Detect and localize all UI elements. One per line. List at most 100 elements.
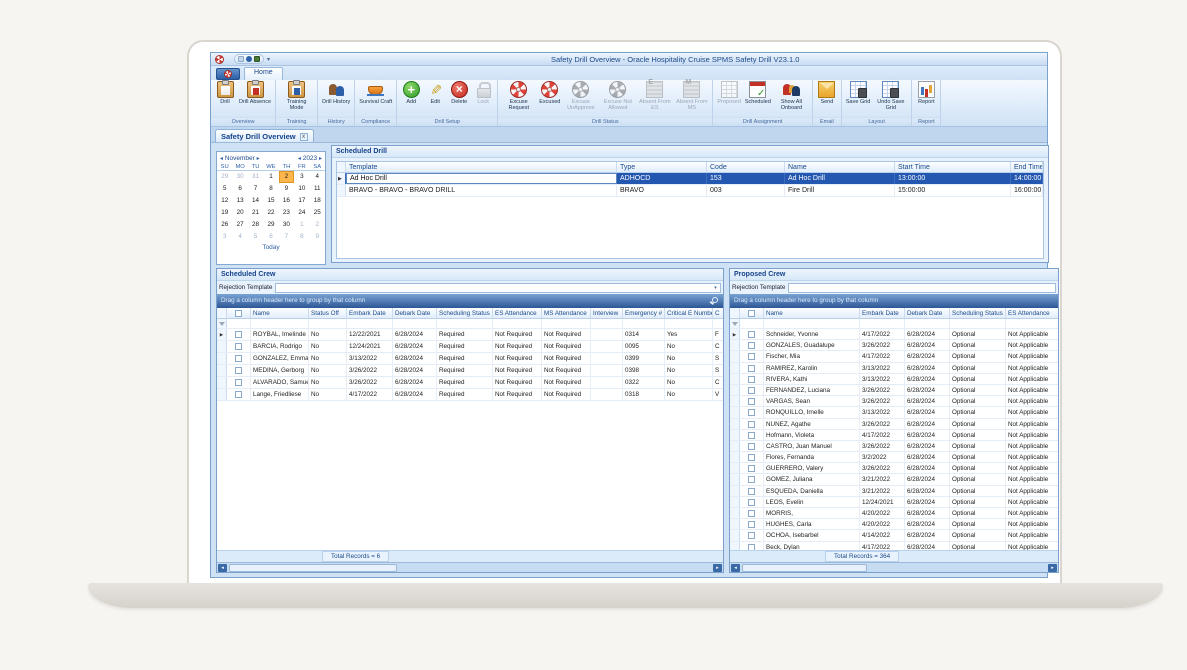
- calendar-day[interactable]: 25: [310, 207, 325, 219]
- calendar-day[interactable]: 29: [263, 219, 278, 231]
- scroll-left-icon[interactable]: ◂: [731, 564, 740, 572]
- crew-row[interactable]: LEOS, Evelin12/24/20216/28/2024OptionalN…: [730, 497, 1058, 508]
- checkbox-cell[interactable]: [227, 341, 251, 352]
- filter-cell[interactable]: [251, 319, 309, 328]
- calendar-day[interactable]: 6: [263, 231, 278, 243]
- checkbox-cell[interactable]: [740, 530, 764, 540]
- checkbox[interactable]: [748, 421, 755, 428]
- crew-row[interactable]: NUNEZ, Agathe3/26/20226/28/2024OptionalN…: [730, 419, 1058, 430]
- checkbox-cell[interactable]: [740, 508, 764, 518]
- filter-cell[interactable]: [764, 319, 860, 328]
- today-link[interactable]: Today: [217, 244, 325, 251]
- calendar-day[interactable]: 26: [217, 219, 232, 231]
- checkbox-cell[interactable]: [740, 452, 764, 462]
- checkbox[interactable]: [748, 454, 755, 461]
- quick-access-icon-1[interactable]: [238, 56, 244, 62]
- drill-row[interactable]: ▶Ad Hoc DrillADHOCD153Ad Hoc Drill13:00:…: [337, 173, 1043, 185]
- crew-row[interactable]: OCHOA, Isebarbel4/14/20226/28/2024Option…: [730, 530, 1058, 541]
- checkbox[interactable]: [748, 521, 755, 528]
- checkbox-cell[interactable]: [740, 351, 764, 361]
- filter-funnel-icon[interactable]: [732, 322, 738, 326]
- crew-row[interactable]: Fischer, Mia4/17/20226/28/2024OptionalNo…: [730, 351, 1058, 362]
- calendar-day[interactable]: 27: [232, 219, 247, 231]
- checkbox[interactable]: [235, 379, 242, 386]
- checkbox-cell[interactable]: [740, 519, 764, 529]
- checkbox[interactable]: [748, 488, 755, 495]
- checkbox-cell[interactable]: [740, 463, 764, 473]
- calendar-day[interactable]: 30: [279, 219, 294, 231]
- scroll-thumb[interactable]: [742, 564, 867, 572]
- prev-year-arrow[interactable]: ◂: [298, 156, 301, 162]
- quick-access-icon-3[interactable]: [254, 56, 260, 62]
- filter-cell[interactable]: [437, 319, 493, 328]
- calendar-day[interactable]: 17: [294, 195, 309, 207]
- checkbox[interactable]: [748, 310, 755, 317]
- column-header-critical-e-number[interactable]: Critical E Number: [665, 308, 713, 318]
- checkbox[interactable]: [748, 398, 755, 405]
- calendar-day[interactable]: 3: [294, 171, 309, 183]
- drill-history-button[interactable]: Drill History: [320, 81, 352, 117]
- crew-row[interactable]: ▶Schneider, Yvonne4/17/20226/28/2024Opti…: [730, 329, 1058, 340]
- select-all-cell[interactable]: [227, 308, 251, 318]
- crew-row[interactable]: MEDINA, GerborgNo3/26/20226/28/2024Requi…: [217, 365, 723, 377]
- close-tab-icon[interactable]: x: [300, 133, 308, 141]
- group-by-bar[interactable]: Drag a column header here to group by th…: [730, 294, 1058, 308]
- proposed-crew-hscrollbar[interactable]: ◂ ▸: [730, 562, 1058, 572]
- checkbox-cell[interactable]: [740, 363, 764, 373]
- calendar-day[interactable]: 2: [310, 219, 325, 231]
- rejection-template-combo[interactable]: ▾: [275, 283, 721, 293]
- calendar-day[interactable]: 9: [310, 231, 325, 243]
- checkbox-cell[interactable]: [740, 497, 764, 507]
- calendar-day[interactable]: 7: [279, 231, 294, 243]
- filter-row[interactable]: [217, 319, 723, 329]
- scroll-left-icon[interactable]: ◂: [218, 564, 227, 572]
- column-header-es-attendance[interactable]: ES Attendance: [493, 308, 542, 318]
- calendar-day[interactable]: 3: [217, 231, 232, 243]
- column-header-code[interactable]: Code: [707, 162, 785, 172]
- column-header-name[interactable]: Name: [764, 308, 860, 318]
- calendar-day[interactable]: 4: [232, 231, 247, 243]
- crew-row[interactable]: VARGAS, Sean3/26/20226/28/2024OptionalNo…: [730, 396, 1058, 407]
- excuse-request-button[interactable]: Excuse Request: [500, 81, 537, 117]
- filter-cell[interactable]: [665, 319, 713, 328]
- checkbox-cell[interactable]: [740, 486, 764, 496]
- filter-cell[interactable]: [740, 319, 764, 328]
- checkbox[interactable]: [235, 343, 242, 350]
- crew-row[interactable]: HUGHES, Carla4/20/20226/28/2024OptionalN…: [730, 519, 1058, 530]
- calendar-day[interactable]: 28: [248, 219, 263, 231]
- column-header-interview[interactable]: Interview: [591, 308, 623, 318]
- next-year-arrow[interactable]: ▸: [319, 156, 322, 162]
- filter-cell[interactable]: [713, 319, 724, 328]
- filter-cell[interactable]: [493, 319, 542, 328]
- calendar-day[interactable]: 21: [248, 207, 263, 219]
- crew-row[interactable]: GUERRERO, Valery3/26/20226/28/2024Option…: [730, 463, 1058, 474]
- column-header-name[interactable]: Name: [785, 162, 895, 172]
- checkbox[interactable]: [748, 476, 755, 483]
- column-header-end-time[interactable]: End Time: [1011, 162, 1043, 172]
- checkbox-cell[interactable]: [227, 377, 251, 388]
- column-header-status-off[interactable]: Status Off: [309, 308, 347, 318]
- select-all-cell[interactable]: [740, 308, 764, 318]
- calendar-day[interactable]: 23: [279, 207, 294, 219]
- training-mode-button[interactable]: Training Mode: [278, 81, 315, 117]
- checkbox-cell[interactable]: [740, 407, 764, 417]
- calendar-day[interactable]: 6: [232, 183, 247, 195]
- column-header-type[interactable]: Type: [617, 162, 707, 172]
- prev-month-arrow[interactable]: ◂: [220, 156, 223, 162]
- column-header-debark-date[interactable]: Debark Date: [905, 308, 950, 318]
- scroll-right-icon[interactable]: ▸: [713, 564, 722, 572]
- scroll-thumb[interactable]: [229, 564, 397, 572]
- crew-row[interactable]: Flores, Fernanda3/2/20226/28/2024Optiona…: [730, 452, 1058, 463]
- scheduled-crew-filter-row[interactable]: [217, 319, 723, 329]
- crew-row[interactable]: RONQUILLO, Irnelle3/13/20226/28/2024Opti…: [730, 407, 1058, 418]
- calendar-day[interactable]: 8: [294, 231, 309, 243]
- filter-cell[interactable]: [623, 319, 665, 328]
- drill-row[interactable]: BRAVO - BRAVO - BRAVO DRILLBRAVO003Fire …: [337, 185, 1043, 197]
- filter-cell[interactable]: [950, 319, 1006, 328]
- excused-button[interactable]: Excused: [537, 81, 562, 117]
- checkbox[interactable]: [235, 391, 242, 398]
- calendar-day[interactable]: 5: [217, 183, 232, 195]
- calendar-day[interactable]: 30: [232, 171, 247, 183]
- calendar-day[interactable]: 1: [263, 171, 278, 183]
- calendar-day[interactable]: 5: [248, 231, 263, 243]
